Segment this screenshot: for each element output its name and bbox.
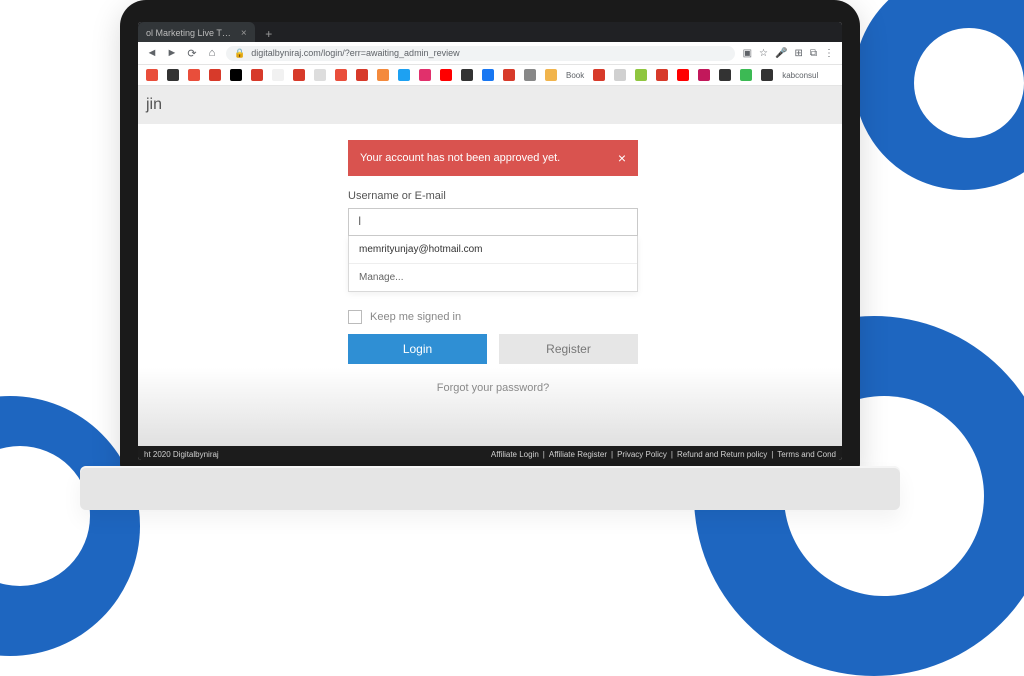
bookmark-icon-14[interactable] bbox=[440, 69, 452, 81]
remember-checkbox[interactable] bbox=[348, 310, 362, 324]
username-label: Username or E-mail bbox=[348, 190, 638, 202]
bookmark-icon-21[interactable] bbox=[614, 69, 626, 81]
bookmark-icon-22[interactable] bbox=[635, 69, 647, 81]
footer-copyright: ht 2020 Digitalbyniraj bbox=[144, 450, 219, 459]
cast-icon[interactable]: ▣ bbox=[743, 48, 752, 59]
nav-home-icon[interactable]: ⌂ bbox=[206, 47, 218, 59]
laptop-mockup: ol Marketing Live T… × + ◄ ► ⟳ ⌂ 🔒 digit… bbox=[80, 0, 900, 510]
nav-forward-icon[interactable]: ► bbox=[166, 47, 178, 59]
button-row: Login Register bbox=[348, 334, 638, 364]
footer-link[interactable]: Privacy Policy bbox=[617, 450, 667, 459]
remember-row: Keep me signed in bbox=[348, 310, 638, 324]
bookmark-label-trailing[interactable]: kabconsul bbox=[782, 71, 818, 80]
footer-link[interactable]: Refund and Return policy bbox=[677, 450, 767, 459]
footer-link[interactable]: Affiliate Register bbox=[549, 450, 607, 459]
bookmark-icon-6[interactable] bbox=[272, 69, 284, 81]
register-button[interactable]: Register bbox=[499, 334, 638, 364]
browser-address-bar: ◄ ► ⟳ ⌂ 🔒 digitalbyniraj.com/login/?err=… bbox=[138, 42, 842, 65]
star-icon[interactable]: ☆ bbox=[759, 48, 768, 59]
translate-icon[interactable]: ⧉ bbox=[810, 48, 817, 59]
bookmark-icon-18[interactable] bbox=[524, 69, 536, 81]
footer-link[interactable]: Terms and Cond bbox=[777, 450, 836, 459]
mic-icon[interactable]: 🎤 bbox=[775, 48, 787, 59]
nav-reload-icon[interactable]: ⟳ bbox=[186, 47, 198, 59]
bookmark-icon-0[interactable] bbox=[146, 69, 158, 81]
bookmark-icon-23[interactable] bbox=[656, 69, 668, 81]
alert-banner: Your account has not been approved yet. … bbox=[348, 140, 638, 176]
bookmark-icon-27[interactable] bbox=[740, 69, 752, 81]
bookmarks-bar: Book kabconsul bbox=[138, 65, 842, 86]
bookmark-icon-17[interactable] bbox=[503, 69, 515, 81]
bookmark-icon-3[interactable] bbox=[209, 69, 221, 81]
browser-tab-active[interactable]: ol Marketing Live T… × bbox=[138, 22, 255, 42]
tab-close-icon[interactable]: × bbox=[241, 28, 247, 39]
bookmark-icon-16[interactable] bbox=[482, 69, 494, 81]
menu-icon[interactable]: ⋮ bbox=[824, 48, 834, 59]
bookmark-icon-24[interactable] bbox=[677, 69, 689, 81]
autofill-suggestion[interactable]: memrityunjay@hotmail.com bbox=[349, 236, 637, 264]
bookmark-icon-15[interactable] bbox=[461, 69, 473, 81]
page-title: jin bbox=[138, 86, 842, 124]
footer-links: Affiliate Login | Affiliate Register | P… bbox=[491, 450, 836, 459]
bookmark-icon-9[interactable] bbox=[335, 69, 347, 81]
autofill-manage[interactable]: Manage... bbox=[349, 264, 637, 291]
text-cursor-icon: I bbox=[358, 214, 361, 228]
bookmark-icon-28[interactable] bbox=[761, 69, 773, 81]
login-button[interactable]: Login bbox=[348, 334, 487, 364]
browser-tabstrip: ol Marketing Live T… × + bbox=[138, 22, 842, 42]
bookmark-icon-8[interactable] bbox=[314, 69, 326, 81]
laptop-base bbox=[80, 466, 900, 510]
bookmark-icon-19[interactable] bbox=[545, 69, 557, 81]
autofill-dropdown: memrityunjay@hotmail.com Manage... bbox=[348, 236, 638, 292]
bookmark-icon-1[interactable] bbox=[167, 69, 179, 81]
extension-icon[interactable]: ⊞ bbox=[794, 48, 802, 59]
bookmark-icon-10[interactable] bbox=[356, 69, 368, 81]
bookmark-icon-11[interactable] bbox=[377, 69, 389, 81]
webpage-body: jin Your account has not been approved y… bbox=[138, 86, 842, 460]
toolbar-right-icons: ▣ ☆ 🎤 ⊞ ⧉ ⋮ bbox=[743, 48, 834, 59]
bookmark-icon-26[interactable] bbox=[719, 69, 731, 81]
forgot-password-link[interactable]: Forgot your password? bbox=[348, 382, 638, 394]
alert-close-icon[interactable]: × bbox=[618, 150, 626, 166]
lock-icon: 🔒 bbox=[234, 48, 245, 59]
login-form: Your account has not been approved yet. … bbox=[348, 140, 638, 394]
username-input[interactable] bbox=[348, 208, 638, 236]
bookmark-icon-20[interactable] bbox=[593, 69, 605, 81]
url-text: digitalbyniraj.com/login/?err=awaiting_a… bbox=[251, 48, 459, 58]
url-input[interactable]: 🔒 digitalbyniraj.com/login/?err=awaiting… bbox=[226, 46, 735, 61]
laptop-screen: ol Marketing Live T… × + ◄ ► ⟳ ⌂ 🔒 digit… bbox=[138, 22, 842, 460]
alert-text: Your account has not been approved yet. bbox=[360, 152, 560, 164]
tab-title: ol Marketing Live T… bbox=[146, 28, 231, 38]
bookmark-icon-13[interactable] bbox=[419, 69, 431, 81]
remember-label: Keep me signed in bbox=[370, 311, 461, 323]
bookmark-icon-25[interactable] bbox=[698, 69, 710, 81]
bookmark-label[interactable]: Book bbox=[566, 71, 584, 80]
new-tab-button[interactable]: + bbox=[261, 26, 277, 42]
bookmark-icon-2[interactable] bbox=[188, 69, 200, 81]
page-footer: ht 2020 Digitalbyniraj Affiliate Login |… bbox=[138, 446, 842, 460]
bookmark-icon-5[interactable] bbox=[251, 69, 263, 81]
bookmark-icon-4[interactable] bbox=[230, 69, 242, 81]
bookmark-icon-12[interactable] bbox=[398, 69, 410, 81]
nav-back-icon[interactable]: ◄ bbox=[146, 47, 158, 59]
bg-blob-top-right-hole bbox=[914, 28, 1024, 138]
footer-link[interactable]: Affiliate Login bbox=[491, 450, 539, 459]
bookmark-icon-7[interactable] bbox=[293, 69, 305, 81]
